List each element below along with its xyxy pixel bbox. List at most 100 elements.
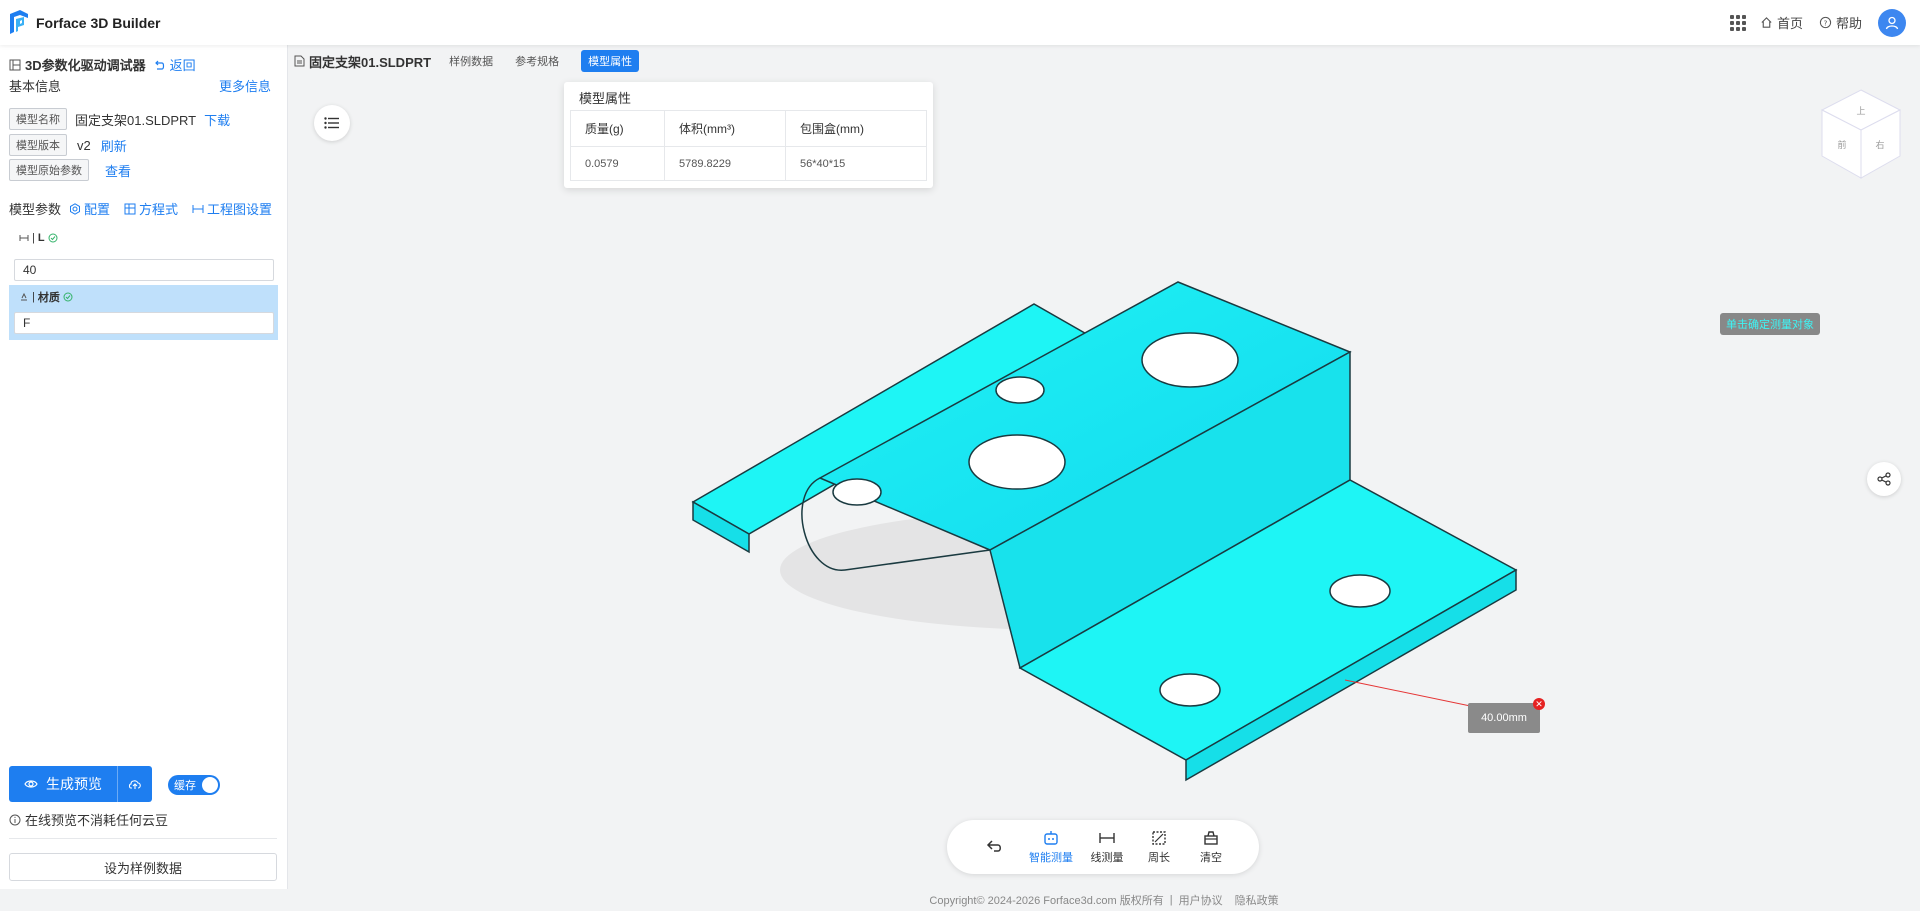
sidebar-title: 3D参数化驱动调试器 (25, 58, 146, 73)
apps-grid-icon[interactable] (1729, 14, 1746, 31)
param-material-block: | 材质 F (9, 285, 278, 340)
perimeter-label: 周长 (1148, 851, 1170, 864)
back-icon (154, 60, 164, 70)
preview-info-text: 在线预览不消耗任何云豆 (25, 813, 169, 828)
info-icon (9, 814, 21, 825)
config-label: 配置 (84, 202, 111, 217)
forface-logo-icon (10, 9, 28, 34)
props-header-mass: 质量(g) (570, 110, 665, 147)
raw-params-tag: 模型原始参数 (9, 159, 89, 181)
model-name-tag: 模型名称 (9, 108, 67, 130)
param-material-input[interactable]: F (14, 312, 274, 334)
view-raw-params-link[interactable]: 查看 (105, 161, 131, 180)
close-measurement-icon[interactable]: ✕ (1533, 698, 1545, 710)
eye-icon (24, 780, 38, 788)
equation-link[interactable]: 方程式 (124, 199, 178, 218)
model-version-value: v2 (77, 137, 91, 153)
more-info-link[interactable]: 更多信息 (219, 76, 271, 95)
undo-icon (986, 839, 1001, 852)
robot-icon (1044, 830, 1058, 845)
drawing-settings-label: 工程图设置 (207, 202, 273, 217)
agreement-link[interactable]: 用户协议 (1179, 892, 1223, 908)
back-label: 返回 (169, 58, 196, 73)
debugger-icon (9, 59, 21, 70)
set-sample-button[interactable]: 设为样例数据 (9, 853, 277, 881)
privacy-link[interactable]: 隐私政策 (1235, 892, 1279, 908)
cache-label: 缓存 (174, 780, 196, 792)
app-name: Forface 3D Builder (36, 14, 161, 31)
model-viewport[interactable] (660, 270, 1530, 810)
download-link[interactable]: 下载 (204, 110, 230, 129)
app-logo[interactable]: Forface 3D Builder (8, 9, 161, 36)
viewer-menu-button[interactable] (314, 105, 350, 141)
props-value-mass: 0.0579 (570, 146, 665, 181)
cloud-upload-icon (128, 780, 141, 789)
props-header-volume: 体积(mm³) (664, 110, 786, 147)
model-properties-popup: 模型属性 质量(g) 体积(mm³) 包围盒(mm) 0.0579 5789.8… (564, 82, 933, 188)
divider (9, 838, 277, 839)
drawing-settings-link[interactable]: 工程图设置 (192, 199, 272, 218)
copyright-text: Copyright© 2024-2026 Forface3d.com 版权所有 (929, 895, 1164, 907)
equation-icon (124, 203, 136, 214)
help-icon: ? (1819, 16, 1832, 29)
smart-measure-tool[interactable]: 智能测量 (1029, 830, 1073, 865)
undo-button[interactable] (977, 838, 1013, 857)
file-title: 固定支架01.SLDPRT (309, 54, 432, 70)
generate-preview-button[interactable]: 生成预览 (9, 766, 152, 802)
gear-icon (70, 202, 81, 215)
line-measure-tool[interactable]: 线测量 (1089, 830, 1125, 865)
back-link[interactable]: 返回 (154, 55, 196, 74)
tab-sample-data[interactable]: 样例数据 (449, 53, 493, 69)
props-header-bbox: 包围盒(mm) (785, 110, 927, 147)
ruler-icon (1099, 832, 1115, 843)
home-link[interactable]: 首页 (1760, 13, 1803, 32)
param-material-label: 材质 (37, 292, 60, 304)
basic-info-label: 基本信息 (9, 79, 62, 94)
svg-text:前: 前 (1837, 139, 1846, 151)
param-L-input[interactable]: 40 (14, 259, 274, 281)
help-link[interactable]: ? 帮助 (1819, 13, 1862, 32)
generate-preview-label: 生成预览 (46, 776, 102, 792)
perimeter-icon (1152, 830, 1166, 845)
dimension-icon (192, 204, 204, 213)
svg-text:?: ? (1824, 18, 1828, 27)
line-measure-label: 线测量 (1090, 851, 1124, 864)
smart-measure-label: 智能测量 (1029, 851, 1073, 864)
param-L-label: L (37, 232, 45, 244)
measure-hint: 单击确定测量对象 (1720, 313, 1820, 335)
view-cube[interactable]: 上 前 右 (1818, 86, 1904, 182)
app-header: Forface 3D Builder 首页 ? 帮助 (0, 0, 1920, 45)
props-title: 模型属性 (579, 91, 632, 106)
debugger-sidebar: 3D参数化驱动调试器 返回 基本信息 更多信息 模型名称 固定支架01.SLDP… (0, 45, 288, 889)
config-link[interactable]: 配置 (69, 199, 110, 218)
props-value-bbox: 56*40*15 (785, 146, 927, 181)
viewer-topbar: 固定支架01.SLDPRT 样例数据 参考规格 模型属性 (294, 50, 640, 72)
tab-reference-spec[interactable]: 参考规格 (515, 53, 559, 69)
user-icon (1885, 16, 1899, 29)
refresh-link[interactable]: 刷新 (101, 136, 127, 155)
page-footer: Copyright© 2024-2026 Forface3d.com 版权所有 … (929, 892, 1279, 908)
home-icon (1761, 17, 1772, 28)
measure-toolbar: 智能测量 线测量 周长 清空 (947, 820, 1259, 874)
file-icon (294, 55, 305, 67)
home-label: 首页 (1776, 16, 1803, 31)
equation-label: 方程式 (139, 202, 179, 217)
dimension-icon (19, 235, 29, 241)
share-button[interactable] (1867, 462, 1901, 496)
tab-model-properties[interactable]: 模型属性 (581, 50, 640, 72)
share-icon (1877, 472, 1891, 486)
svg-text:右: 右 (1875, 139, 1884, 151)
clear-icon (1204, 830, 1218, 845)
perimeter-tool[interactable]: 周长 (1141, 830, 1177, 865)
svg-text:上: 上 (1856, 106, 1865, 117)
cloud-upload-button[interactable] (118, 766, 152, 802)
model-version-tag: 模型版本 (9, 134, 67, 156)
model-name-value: 固定支架01.SLDPRT (75, 112, 197, 128)
clear-label: 清空 (1200, 851, 1222, 864)
measurement-label: 40.00mm (1468, 703, 1540, 733)
clear-tool[interactable]: 清空 (1193, 830, 1229, 865)
props-value-volume: 5789.8229 (664, 146, 786, 181)
model-params-label: 模型参数 (9, 202, 62, 217)
user-avatar[interactable] (1878, 8, 1906, 37)
cache-toggle[interactable]: 缓存 (168, 775, 220, 795)
